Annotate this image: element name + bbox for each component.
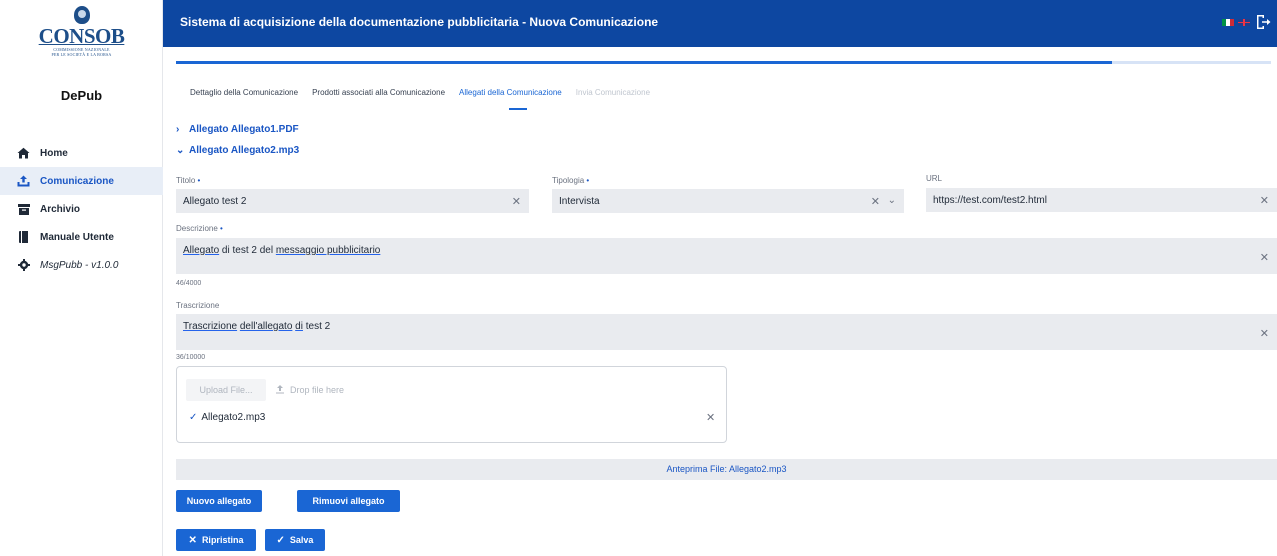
upload-file-button: Upload File... (186, 379, 266, 401)
tab-bar: Dettaglio della Comunicazione Prodotti a… (190, 88, 664, 110)
tab-dettaglio[interactable]: Dettaglio della Comunicazione (190, 88, 298, 97)
remove-file-icon[interactable]: ✕ (706, 411, 715, 424)
text-segment: di test 2 del (219, 245, 276, 256)
sidebar-item-home[interactable]: Home (0, 139, 163, 167)
book-icon (17, 231, 30, 244)
descrizione-counter: 46/4000 (176, 280, 202, 287)
spellcheck-word: Allegato (183, 245, 220, 256)
close-icon: ✕ (188, 534, 197, 546)
sidebar-item-label: MsgPubb - v1.0.0 (40, 259, 119, 271)
sidebar-item-manuale[interactable]: Manuale Utente (0, 223, 163, 251)
titolo-value: Allegato test 2 (183, 195, 247, 207)
tipologia-select[interactable]: Intervista ✕ ⌄ (552, 189, 904, 213)
trascrizione-label: Trascrizione (176, 301, 220, 310)
sidebar-item-comunicazione[interactable]: Comunicazione (0, 167, 163, 195)
new-attachment-button[interactable]: Nuovo allegato (176, 490, 262, 512)
chevron-down-icon: ⌄ (176, 145, 185, 156)
drop-zone-hint: Drop file here (275, 384, 344, 396)
sidebar-item-archivio[interactable]: Archivio (0, 195, 163, 223)
trascrizione-counter: 36/10000 (176, 354, 206, 361)
italian-flag-icon[interactable] (1222, 19, 1234, 26)
restore-label: Ripristina (201, 535, 244, 545)
titolo-label: Titolo • (176, 176, 200, 185)
tipologia-label-text: Tipologia (552, 176, 585, 185)
logout-icon[interactable] (1254, 13, 1272, 31)
logo-subtext-2: PER LE SOCIETÀ E LA BORSA (51, 52, 112, 57)
clear-icon[interactable]: ✕ (512, 195, 521, 208)
preview-file-link[interactable]: Anteprima File: Allegato2.mp3 (176, 459, 1277, 480)
save-button[interactable]: ✓ Salva (265, 529, 325, 551)
spellcheck-word: di (295, 321, 303, 332)
trascrizione-value: Trascrizione dell'allegato di test 2 (183, 321, 330, 332)
top-bar: Sistema di acquisizione della documentaz… (163, 0, 1277, 47)
required-marker: • (220, 224, 223, 233)
tab-allegati[interactable]: Allegati della Comunicazione (459, 88, 562, 110)
file-name: Allegato2.mp3 (201, 412, 266, 423)
chevron-down-icon[interactable]: ⌄ (888, 195, 896, 206)
consob-logo: CONSOB COMMISSIONE NAZIONALE PER LE SOCI… (0, 6, 163, 57)
sidebar-item-label: Manuale Utente (40, 231, 114, 243)
url-label: URL (926, 174, 943, 183)
sidebar-item-label: Home (40, 147, 68, 159)
required-marker: • (586, 176, 590, 185)
save-label: Salva (289, 535, 314, 545)
titolo-field[interactable]: Allegato test 2 ✕ (176, 189, 529, 213)
spellcheck-word: dell'allegato (239, 321, 293, 332)
clear-icon[interactable]: ✕ (1260, 327, 1269, 340)
home-icon (17, 147, 30, 160)
english-flag-icon[interactable] (1238, 19, 1250, 26)
descrizione-textarea[interactable]: Allegato di test 2 del messaggio pubblic… (176, 238, 1277, 274)
url-field[interactable]: https://test.com/test2.html ✕ (926, 188, 1277, 212)
uploaded-file: ✓ Allegato2.mp3 (189, 412, 265, 423)
clear-icon[interactable]: ✕ (1260, 251, 1269, 264)
sidebar-item-version[interactable]: MsgPubb - v1.0.0 (0, 251, 163, 279)
spellcheck-word: messaggio pubblicitario (275, 245, 381, 256)
titolo-label-text: Titolo (176, 176, 196, 185)
trascrizione-textarea[interactable]: Trascrizione dell'allegato di test 2 ✕ (176, 314, 1277, 350)
attachment-2-header[interactable]: ⌄ Allegato Allegato2.mp3 (176, 145, 299, 156)
page-title: Sistema di acquisizione della documentaz… (180, 15, 659, 29)
attachment-title: Allegato Allegato2.mp3 (189, 145, 300, 156)
descrizione-label: Descrizione • (176, 224, 223, 233)
sidebar-item-label: Comunicazione (40, 175, 114, 187)
clear-icon[interactable]: ✕ (1260, 194, 1269, 207)
progress-bar (176, 61, 1271, 64)
archive-icon (17, 203, 30, 216)
tipologia-label: Tipologia • (552, 176, 589, 185)
attachment-1-header[interactable]: › Allegato Allegato1.PDF (176, 124, 299, 135)
upload-icon (17, 175, 30, 188)
tipologia-value: Intervista (559, 195, 600, 207)
progress-fill (176, 61, 1113, 64)
descrizione-label-text: Descrizione (176, 224, 218, 233)
upload-arrow-icon (275, 384, 285, 396)
chevron-right-icon: › (176, 124, 180, 135)
text-segment: test 2 (302, 321, 331, 332)
spellcheck-word: Trascrizione (183, 321, 238, 332)
descrizione-value: Allegato di test 2 del messaggio pubblic… (183, 245, 380, 256)
drop-label: Drop file here (290, 385, 345, 395)
sidebar-item-label: Archivio (40, 203, 81, 215)
clear-icon[interactable]: ✕ (871, 195, 880, 208)
attachment-title: Allegato Allegato1.PDF (189, 124, 299, 135)
restore-button[interactable]: ✕ Ripristina (176, 529, 256, 551)
tab-prodotti[interactable]: Prodotti associati alla Comunicazione (312, 88, 445, 97)
remove-attachment-button[interactable]: Rimuovi allegato (297, 490, 400, 512)
check-icon: ✓ (189, 412, 198, 423)
brand-name: DePub (60, 88, 103, 103)
url-value: https://test.com/test2.html (933, 194, 1047, 206)
sidebar-nav: Home Comunicazione Archivio Manuale Uten… (0, 139, 163, 279)
emblem-icon (73, 6, 90, 24)
upload-area[interactable]: Upload File... Drop file here ✓ Allegato… (176, 366, 727, 443)
logo-text: CONSOB (38, 24, 125, 48)
tab-invia: Invia Comunicazione (575, 88, 651, 97)
required-marker: • (197, 176, 201, 185)
gear-icon (17, 259, 30, 272)
sidebar: CONSOB COMMISSIONE NAZIONALE PER LE SOCI… (0, 0, 163, 556)
check-icon: ✓ (276, 534, 285, 546)
